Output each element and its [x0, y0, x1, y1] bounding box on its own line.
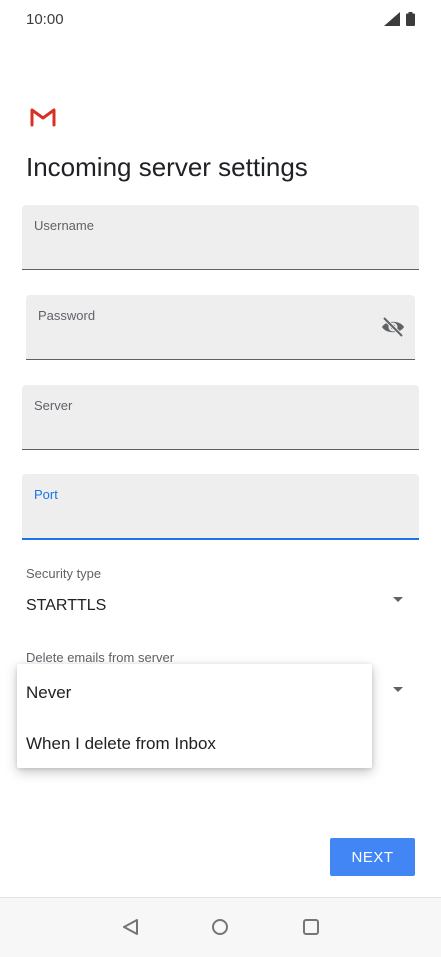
chevron-down-icon: [393, 687, 403, 692]
chevron-down-icon: [393, 597, 403, 602]
home-icon[interactable]: [211, 918, 229, 936]
recents-icon[interactable]: [302, 918, 320, 936]
username-label: Username: [34, 218, 94, 233]
password-field[interactable]: Password: [26, 295, 415, 360]
port-field[interactable]: Port: [22, 474, 419, 540]
next-button[interactable]: NEXT: [330, 838, 415, 876]
security-type-label: Security type: [26, 566, 102, 581]
security-type-value: STARTTLS: [26, 597, 107, 614]
status-icons: [384, 12, 415, 26]
username-field[interactable]: Username: [22, 205, 419, 270]
delete-emails-dropdown-menu: Never When I delete from Inbox: [17, 664, 372, 768]
delete-emails-label: Delete emails from server: [26, 650, 175, 665]
navigation-bar: [0, 897, 441, 957]
security-type-select[interactable]: Security type STARTTLS: [26, 565, 415, 621]
menu-item-never[interactable]: Never: [26, 683, 71, 703]
eye-off-icon[interactable]: [381, 317, 405, 337]
port-label: Port: [34, 487, 58, 502]
server-field[interactable]: Server: [22, 385, 419, 450]
signal-icon: [384, 12, 400, 26]
server-label: Server: [34, 398, 73, 413]
password-label: Password: [38, 308, 96, 323]
status-time: 10:00: [26, 11, 64, 28]
battery-icon: [406, 12, 415, 26]
page-title: Incoming server settings: [26, 152, 308, 182]
gmail-logo-icon: [30, 108, 56, 127]
menu-item-when-delete-from-inbox[interactable]: When I delete from Inbox: [26, 734, 216, 754]
back-icon[interactable]: [121, 918, 139, 936]
